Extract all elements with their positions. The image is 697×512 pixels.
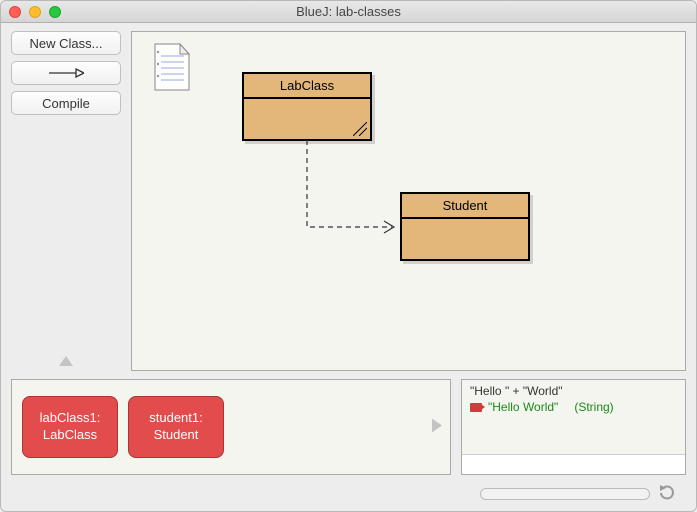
traffic-lights bbox=[1, 6, 61, 18]
object-bench[interactable]: labClass1: LabClass student1: Student bbox=[11, 379, 451, 475]
object-classname: LabClass bbox=[43, 427, 97, 444]
class-body bbox=[402, 219, 528, 259]
readme-document-icon[interactable] bbox=[152, 42, 192, 92]
compile-button[interactable]: Compile bbox=[11, 91, 121, 115]
bench-expand-toggle[interactable] bbox=[432, 419, 442, 436]
minimize-window-button[interactable] bbox=[29, 6, 41, 18]
new-dependency-arrow-button[interactable] bbox=[11, 61, 121, 85]
code-pad-output[interactable]: "Hello " + "World" "Hello World" (String… bbox=[462, 380, 685, 454]
upper-pane: New Class... Compile bbox=[11, 31, 686, 371]
triangle-up-icon bbox=[59, 356, 73, 366]
content-area: New Class... Compile bbox=[1, 23, 696, 511]
lower-pane: labClass1: LabClass student1: Student "H… bbox=[11, 379, 686, 475]
code-pad-input[interactable] bbox=[462, 454, 685, 474]
code-pad-result-line: "Hello World" (String) bbox=[470, 400, 677, 414]
class-name-label: LabClass bbox=[244, 74, 370, 99]
app-window: BlueJ: lab-classes New Class... Compile bbox=[0, 0, 697, 512]
object-classname: Student bbox=[154, 427, 199, 444]
code-pad: "Hello " + "World" "Hello World" (String… bbox=[461, 379, 686, 475]
object-instance-labclass1[interactable]: labClass1: LabClass bbox=[22, 396, 118, 458]
sidebar-spacer bbox=[11, 121, 121, 347]
repeat-icon[interactable] bbox=[658, 485, 678, 504]
object-varname: labClass1: bbox=[40, 410, 101, 427]
code-pad-result-type: (String) bbox=[564, 400, 613, 414]
object-instance-student1[interactable]: student1: Student bbox=[128, 396, 224, 458]
code-pad-expression: "Hello " + "World" bbox=[470, 384, 677, 398]
new-class-button[interactable]: New Class... bbox=[11, 31, 121, 55]
class-body bbox=[244, 99, 370, 139]
progress-bar bbox=[480, 488, 650, 500]
triangle-right-icon bbox=[432, 419, 442, 433]
object-varname: student1: bbox=[149, 410, 203, 427]
class-name-label: Student bbox=[402, 194, 528, 219]
window-title: BlueJ: lab-classes bbox=[1, 4, 696, 19]
sidebar: New Class... Compile bbox=[11, 31, 121, 371]
compile-label: Compile bbox=[42, 96, 90, 111]
class-diagram-canvas[interactable]: LabClass Student bbox=[131, 31, 686, 371]
close-window-button[interactable] bbox=[9, 6, 21, 18]
uncompiled-hatch-icon bbox=[353, 122, 367, 136]
zoom-window-button[interactable] bbox=[49, 6, 61, 18]
sidebar-collapse-toggle[interactable] bbox=[59, 353, 73, 369]
class-box-labclass[interactable]: LabClass bbox=[242, 72, 372, 141]
code-pad-result-value: "Hello World" bbox=[488, 400, 558, 414]
titlebar[interactable]: BlueJ: lab-classes bbox=[1, 1, 696, 23]
result-object-icon[interactable] bbox=[470, 403, 482, 412]
status-bar bbox=[11, 483, 686, 505]
class-box-student[interactable]: Student bbox=[400, 192, 530, 261]
new-class-label: New Class... bbox=[30, 36, 103, 51]
arrow-right-icon bbox=[48, 68, 84, 78]
